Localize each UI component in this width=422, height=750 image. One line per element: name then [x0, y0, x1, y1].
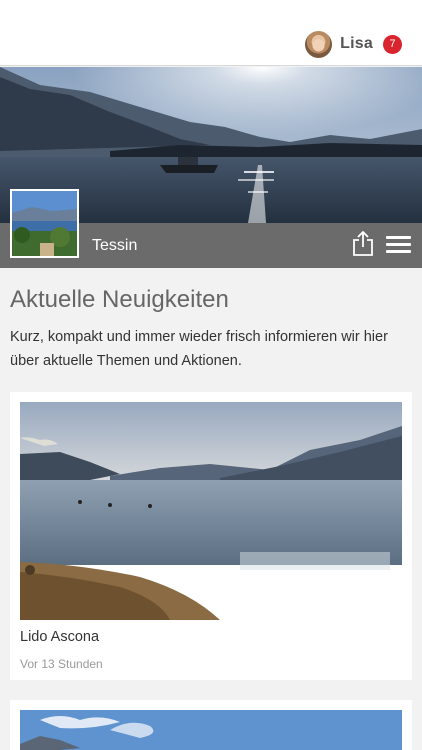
region-thumbnail[interactable]	[10, 189, 79, 258]
news-timestamp: Vor 13 Stunden	[20, 657, 103, 671]
user-profile[interactable]: Lisa 7	[305, 30, 402, 58]
share-icon[interactable]	[352, 230, 374, 257]
news-image[interactable]	[20, 402, 402, 620]
user-name[interactable]: Lisa	[340, 35, 373, 53]
news-card[interactable]	[10, 700, 412, 750]
notification-badge[interactable]: 7	[383, 34, 402, 54]
news-title[interactable]: Lido Ascona	[20, 629, 99, 645]
news-card[interactable]: Lido Ascona Vor 13 Stunden	[10, 392, 412, 680]
section-title: Aktuelle Neuigkeiten	[10, 286, 229, 313]
hamburger-menu-icon[interactable]	[386, 236, 412, 256]
user-avatar[interactable]	[305, 30, 333, 58]
region-name: Tessin	[92, 237, 138, 254]
top-bar: Lisa 7	[0, 0, 422, 66]
section-intro: Kurz, kompakt und immer wieder frisch in…	[10, 329, 388, 369]
news-image[interactable]	[20, 710, 402, 750]
